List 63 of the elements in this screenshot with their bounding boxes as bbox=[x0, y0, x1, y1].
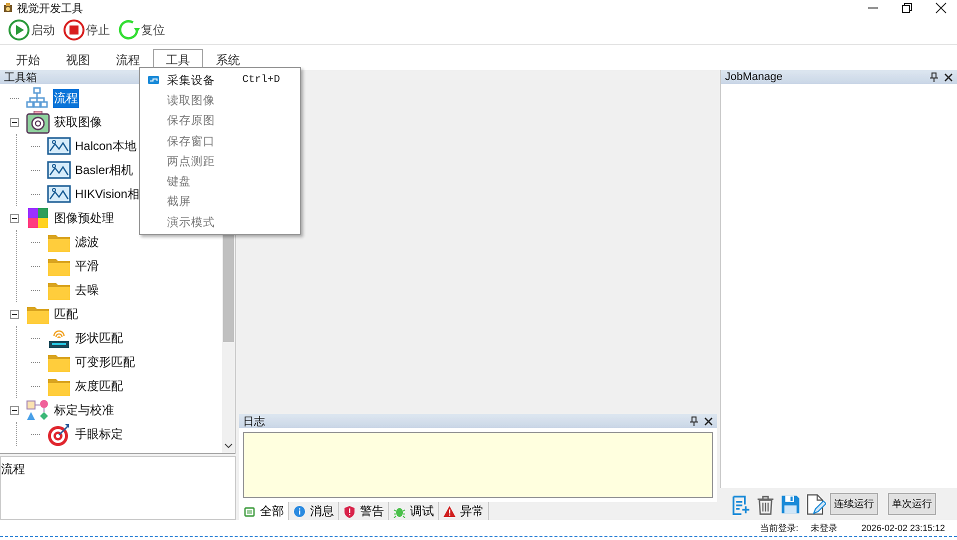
menu-tab[interactable]: 系统 bbox=[203, 49, 253, 70]
tree-item[interactable]: 匹配 bbox=[53, 304, 79, 324]
status-label: 当前登录: bbox=[760, 522, 798, 534]
tree-item[interactable]: Basler相机 bbox=[74, 160, 134, 180]
tree-item[interactable]: 流程 bbox=[53, 88, 79, 108]
tree-item[interactable]: 形状匹配 bbox=[74, 328, 124, 348]
save-icon[interactable] bbox=[780, 494, 801, 514]
menu-tab[interactable]: 视图 bbox=[53, 49, 103, 70]
tree-item[interactable]: Halcon本地 bbox=[74, 136, 138, 156]
tree-item[interactable]: 平滑 bbox=[74, 256, 100, 276]
tree-item[interactable]: 获取图像 bbox=[53, 112, 103, 132]
run-button[interactable]: 单次运行 bbox=[888, 493, 936, 515]
shapes-icon bbox=[26, 398, 50, 422]
warning-icon bbox=[443, 504, 456, 518]
chevron-down-icon[interactable] bbox=[224, 443, 233, 449]
tree-item[interactable]: 图像预处理 bbox=[53, 208, 115, 228]
menu-tab[interactable]: 流程 bbox=[103, 49, 153, 70]
camera-icon bbox=[26, 110, 50, 134]
collapse-icon[interactable] bbox=[10, 214, 19, 222]
color-grid-icon bbox=[26, 206, 50, 230]
trash-icon[interactable] bbox=[755, 494, 776, 514]
close-icon[interactable] bbox=[704, 416, 713, 426]
tree-item[interactable]: 滤波 bbox=[74, 232, 100, 252]
edit-document-icon[interactable] bbox=[805, 494, 826, 514]
info-icon bbox=[293, 504, 306, 518]
restore-icon[interactable] bbox=[901, 2, 913, 14]
app-icon bbox=[3, 3, 13, 13]
refresh-icon bbox=[118, 19, 140, 41]
status-value: 未登录 bbox=[810, 522, 838, 534]
tree-item[interactable]: HIKVision相 bbox=[74, 184, 140, 204]
log-tab[interactable]: 全部 bbox=[239, 502, 289, 520]
panel-text: 流程 bbox=[1, 461, 26, 478]
close-icon[interactable] bbox=[935, 2, 947, 14]
flowchart-icon bbox=[26, 86, 50, 110]
stop-icon bbox=[63, 19, 85, 41]
tree-item[interactable]: 去噪 bbox=[74, 280, 100, 300]
collapse-icon[interactable] bbox=[10, 406, 19, 414]
collapse-icon[interactable] bbox=[10, 310, 19, 318]
run-button[interactable]: 连续运行 bbox=[830, 493, 878, 515]
panel-title: 日志 bbox=[243, 414, 266, 428]
close-icon[interactable] bbox=[944, 72, 953, 82]
tree-item[interactable]: 标定与校准 bbox=[53, 400, 115, 420]
pin-icon[interactable] bbox=[690, 416, 698, 426]
tree-item[interactable]: 可变形匹配 bbox=[74, 352, 136, 372]
tree-item[interactable]: 手眼标定 bbox=[74, 424, 124, 444]
device-icon bbox=[148, 76, 159, 84]
add-document-icon[interactable] bbox=[730, 494, 751, 514]
play-icon bbox=[8, 19, 30, 41]
shield-icon bbox=[343, 504, 356, 518]
menu-tab[interactable]: 开始 bbox=[3, 49, 53, 70]
picture-icon bbox=[47, 134, 71, 158]
tree-item[interactable]: 灰度匹配 bbox=[74, 376, 124, 396]
status-time: 2026-02-02 23:15:12 bbox=[861, 523, 945, 533]
toolbar-button[interactable]: 复位 bbox=[118, 19, 165, 41]
picture-icon bbox=[47, 182, 71, 206]
panel-title: JobManage bbox=[725, 71, 784, 83]
picture-icon bbox=[47, 158, 71, 182]
toolbar-button[interactable]: 启动 bbox=[8, 19, 55, 41]
toolbar-button[interactable]: 停止 bbox=[63, 19, 110, 41]
collapse-icon[interactable] bbox=[10, 118, 19, 126]
target-icon bbox=[47, 422, 71, 446]
window-title: 视觉开发工具 bbox=[17, 2, 84, 16]
pin-icon[interactable] bbox=[930, 72, 938, 82]
